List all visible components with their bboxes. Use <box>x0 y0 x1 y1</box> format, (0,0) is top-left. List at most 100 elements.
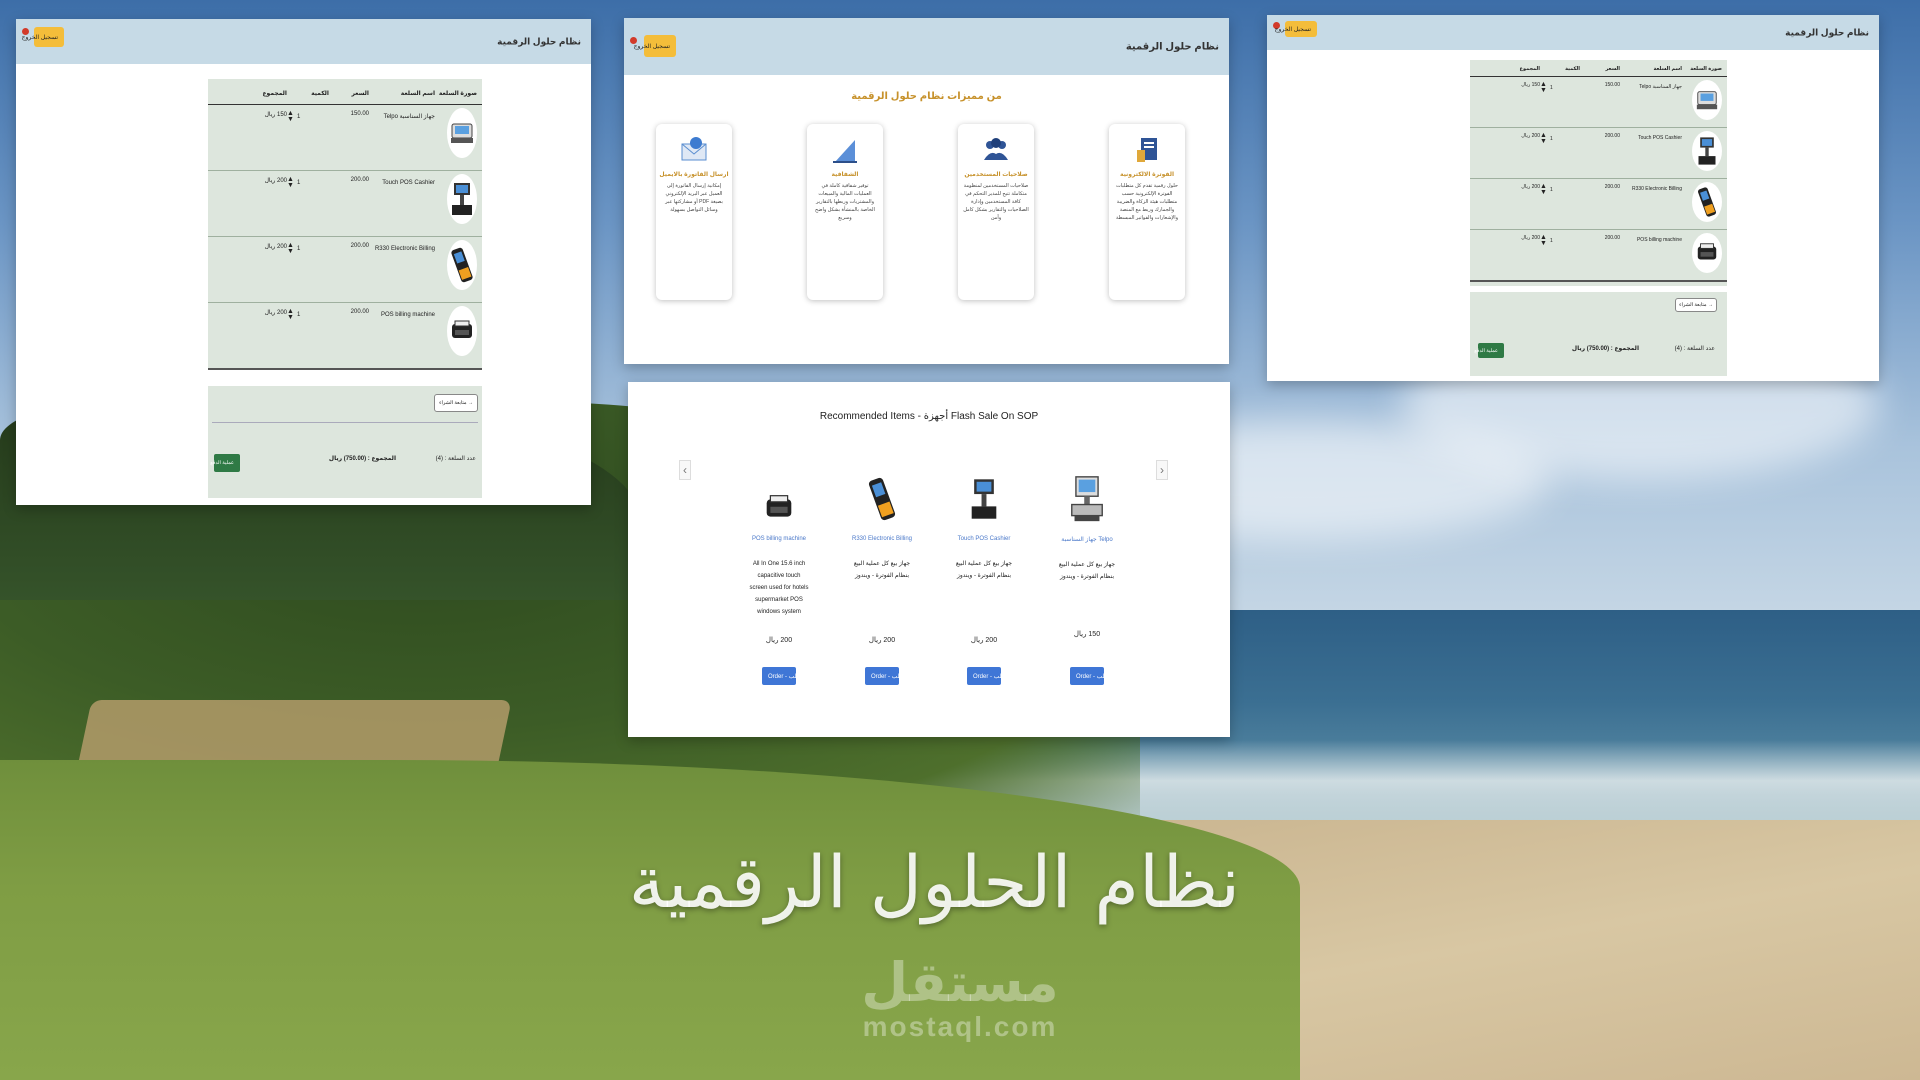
feature-card-transparency: الشفافية توفير شفافية كاملة في العمليات … <box>807 124 883 300</box>
item-count: عدد السلعة : (4) <box>1674 346 1715 352</box>
quantity-stepper[interactable]: ▲ ▼ 1 <box>1540 132 1580 145</box>
product-description: جهاز بيع كل عملية البيع بنظام الفوترة - … <box>1058 562 1116 580</box>
pos-cashier-icon <box>964 474 1004 524</box>
item-name: Touch POS Cashier <box>382 180 435 186</box>
product-name[interactable]: Touch POS Cashier <box>939 536 1029 542</box>
quantity-stepper[interactable]: ▲ ▼ 1 <box>287 242 329 255</box>
quantity-stepper[interactable]: ▲ ▼ 1 <box>1540 183 1580 196</box>
logout-button[interactable]: تسجيل الخروج <box>1275 21 1317 37</box>
carousel-prev-arrow-icon[interactable]: ‹ <box>679 460 691 480</box>
app-brand: نظام حلول الرقمية <box>497 36 581 46</box>
logout-button[interactable]: تسجيل الخروج <box>634 35 676 57</box>
item-price: 200.00 <box>1604 133 1620 139</box>
app-brand: نظام حلول الرقمية <box>1125 41 1219 52</box>
item-total: 200 ريال <box>264 310 287 316</box>
header-total: المجموع <box>262 91 287 97</box>
stepper-arrows-icon[interactable]: ▲ ▼ <box>287 110 294 123</box>
product-name[interactable]: POS billing machine <box>734 536 824 542</box>
stepper-arrows-icon[interactable]: ▲ ▼ <box>287 176 294 189</box>
product-description: All In One 15.6 inch capacitive touch sc… <box>749 561 809 615</box>
feature-title: صلاحيات المستخدمين <box>964 172 1028 178</box>
watermark-english: mostaql.com <box>862 1011 1058 1042</box>
item-total: 200 ريال <box>1521 133 1540 139</box>
cart-rows: جهاز السناسبة Telpo 150.00 ▲ ▼ 1 150 ريال … <box>1470 77 1727 282</box>
watermark: مستقل mostaql.com <box>840 955 1080 1043</box>
quantity-stepper[interactable]: ▲ ▼ 1 <box>287 308 329 321</box>
continue-shopping-button[interactable]: → متابعة الشراء <box>434 394 478 412</box>
stepper-arrows-icon[interactable]: ▲ ▼ <box>287 242 294 255</box>
order-button[interactable]: Order - طلب <box>762 667 801 685</box>
feature-card-e-invoicing: الفوترة الالكترونية حلول رقمية تقدم كل م… <box>1109 124 1185 300</box>
product-description: جهاز بيع كل عملية البيع بنظام الفوترة - … <box>853 561 911 579</box>
product-price: 200 ريال <box>868 637 896 644</box>
watermark-arabic: مستقل <box>861 953 1059 1013</box>
stepper-arrows-icon[interactable]: ▲ ▼ <box>287 308 294 321</box>
r330-handheld-icon <box>1692 182 1722 222</box>
feature-description: صلاحيات المستخدمين لمنظومة متكاملة تتيح … <box>963 183 1029 221</box>
pos-billing-machine-icon <box>1692 233 1722 273</box>
email-icon <box>676 132 712 168</box>
table-row: جهاز السناسبة Telpo 150.00 ▲ ▼ 1 150 ريال <box>208 105 482 171</box>
product-name[interactable]: R330 Electronic Billing <box>837 536 927 542</box>
pos-cashier-icon <box>447 174 477 224</box>
product-card-touch-pos: Touch POS Cashier جهاز بيع كل عملية البي… <box>939 474 1029 724</box>
item-price: 150.00 <box>350 111 369 117</box>
header-price: السعر <box>1605 66 1620 72</box>
order-button[interactable]: Order - طلب <box>865 667 904 685</box>
pos-billing-machine-icon <box>447 306 477 356</box>
item-name: جهاز السناسبة Telpo <box>1639 84 1682 90</box>
header-image: صورة السلعة <box>1690 66 1722 72</box>
item-total: 200 ريال <box>1521 235 1540 241</box>
top-bar: تسجيل الخروج نظام حلول الرقمية <box>16 19 591 64</box>
stepper-arrows-icon[interactable]: ▲ ▼ <box>1540 183 1547 196</box>
item-total: 200 ريال <box>1521 184 1540 190</box>
carousel-next-arrow-icon[interactable]: › <box>1156 460 1168 480</box>
telpo-terminal-icon <box>447 108 477 158</box>
item-price: 150.00 <box>1604 82 1620 88</box>
recommended-heading: Recommended Items - أجهزة Flash Sale On … <box>819 411 1039 422</box>
cart-rows: جهاز السناسبة Telpo 150.00 ▲ ▼ 1 150 ريال … <box>208 105 482 370</box>
feature-description: توفير شفافية كاملة في العمليات المالية و… <box>815 183 875 221</box>
item-price: 200.00 <box>350 309 369 315</box>
logout-button[interactable]: تسجيل الخروج <box>22 27 64 47</box>
r330-handheld-icon <box>862 474 902 524</box>
table-row: Touch POS Cashier 200.00 ▲ ▼ 1 200 ريال <box>208 171 482 237</box>
quantity-stepper[interactable]: ▲ ▼ 1 <box>287 176 329 189</box>
quantity-stepper[interactable]: ▲ ▼ 1 <box>1540 81 1580 94</box>
stepper-arrows-icon[interactable]: ▲ ▼ <box>1540 234 1547 247</box>
invoice-icon <box>1129 132 1165 168</box>
features-heading: من مميزات نظام حلول الرقمية <box>851 91 1002 102</box>
order-button[interactable]: Order - طلب <box>1070 667 1109 685</box>
cart-header: صورة السلعة اسم السلعة السعر الكمية المج… <box>208 79 482 105</box>
cart-summary: → متابعة الشراء عدد السلعة : (4) المجموع… <box>1470 292 1727 376</box>
header-name: اسم السلعة <box>400 91 435 97</box>
checkout-button[interactable]: عملية الدفع <box>210 454 240 472</box>
chart-icon <box>827 132 863 168</box>
cart-header: صورة السلعة اسم السلعة السعر الكمية المج… <box>1470 60 1727 77</box>
header-total: المجموع <box>1519 66 1540 72</box>
item-price: 200.00 <box>1604 235 1620 241</box>
feature-description: حلول رقمية تقدم كل متطلبات الفوترة الإلك… <box>1115 183 1179 221</box>
quantity-stepper[interactable]: ▲ ▼ 1 <box>1540 234 1580 247</box>
order-button[interactable]: Order - طلب <box>967 667 1006 685</box>
stepper-arrows-icon[interactable]: ▲ ▼ <box>1540 132 1547 145</box>
product-name[interactable]: جهاز السناسبة Telpo <box>1042 536 1132 543</box>
cart-total: المجموع : (750.00) ريال <box>1571 346 1639 352</box>
item-total: 150 ريال <box>264 112 287 118</box>
header-image: صورة السلعة <box>438 91 477 97</box>
feature-description: إمكانية إرسال الفاتورة إلى العميل عبر ال… <box>665 183 723 213</box>
continue-shopping-button[interactable]: → متابعة الشراء <box>1675 298 1717 312</box>
product-card-r330: R330 Electronic Billing جهاز بيع كل عملي… <box>837 474 927 724</box>
item-name: جهاز السناسبة Telpo <box>383 114 435 120</box>
header-qty: الكمية <box>1565 66 1580 72</box>
header-qty: الكمية <box>311 91 329 97</box>
top-bar: تسجيل الخروج نظام حلول الرقمية <box>1267 15 1879 50</box>
item-price: 200.00 <box>1604 184 1620 190</box>
stepper-arrows-icon[interactable]: ▲ ▼ <box>1540 81 1547 94</box>
product-price: 150 ريال <box>1073 631 1101 638</box>
feature-title: ارسال الفاتورة بالايميل <box>659 172 729 178</box>
cart-table: صورة السلعة اسم السلعة السعر الكمية المج… <box>1470 60 1727 286</box>
quantity-stepper[interactable]: ▲ ▼ 1 <box>287 110 329 123</box>
checkout-button[interactable]: عملية الدفع <box>1474 343 1504 358</box>
telpo-terminal-icon <box>1067 474 1107 524</box>
